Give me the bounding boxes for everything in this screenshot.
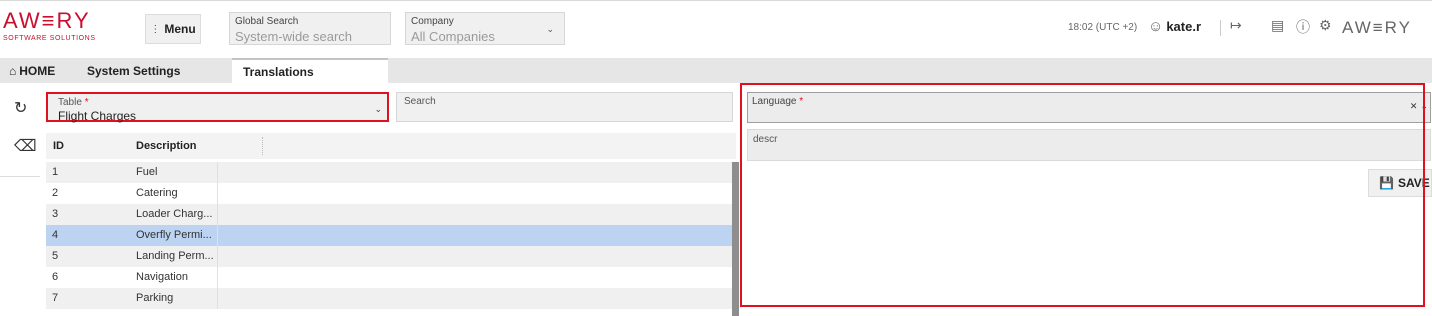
table-select[interactable]: Table * Flight Charges ⌄ <box>46 92 389 123</box>
global-search-label: Global Search <box>235 16 299 27</box>
awery-logo-right: AW≡RY <box>1342 18 1412 37</box>
table-row[interactable]: 1 Fuel <box>46 162 732 183</box>
cell-description: Landing Perm... <box>136 250 214 262</box>
tab-translations[interactable]: Translations <box>232 58 388 83</box>
chat-icon[interactable]: ▤ <box>1271 17 1284 34</box>
column-resize-handle[interactable] <box>262 137 263 155</box>
cell-description: Loader Charg... <box>136 208 213 220</box>
chevron-down-icon: ⌄ <box>546 24 554 34</box>
cell-id: 6 <box>52 271 59 283</box>
header-divider <box>1220 20 1221 36</box>
grid-scrollbar[interactable] <box>732 162 739 316</box>
cell-id: 3 <box>52 208 59 220</box>
global-search-input[interactable]: Global Search System-wide search <box>229 12 391 45</box>
table-row[interactable]: 2 Catering <box>46 183 732 204</box>
highlight-frame <box>740 83 1425 307</box>
cell-divider <box>217 246 218 267</box>
chevron-down-icon: ⌄ <box>374 104 382 114</box>
cell-divider <box>217 183 218 204</box>
logout-icon[interactable]: ↦ <box>1230 17 1242 34</box>
cell-description: Overfly Permi... <box>136 229 212 241</box>
menu-button[interactable]: ⋮ Menu <box>145 14 201 44</box>
cell-id: 1 <box>52 166 59 178</box>
grid-header: ID Description <box>46 133 736 159</box>
tab-home[interactable]: ⌂ HOME <box>9 58 55 83</box>
search-input[interactable]: Search <box>396 92 733 122</box>
eraser-icon[interactable]: ⌫ <box>14 136 37 156</box>
user-name: kate.r <box>1166 19 1202 34</box>
logo-word: AW≡RY <box>3 8 91 33</box>
tab-bar <box>0 58 1432 83</box>
company-label: Company <box>411 16 454 27</box>
cell-divider <box>217 225 218 246</box>
user-menu[interactable]: ☺ kate.r <box>1148 18 1201 35</box>
table-row[interactable]: 7 Parking <box>46 288 732 309</box>
cell-id: 7 <box>52 292 59 304</box>
cell-id: 2 <box>52 187 59 199</box>
company-value: All Companies <box>411 29 495 44</box>
company-select[interactable]: Company All Companies ⌄ <box>405 12 565 45</box>
tab-translations-label: Translations <box>243 64 314 79</box>
table-row[interactable]: 5 Landing Perm... <box>46 246 732 267</box>
cell-description: Catering <box>136 187 178 199</box>
global-search-placeholder: System-wide search <box>235 29 353 44</box>
tab-home-label: HOME <box>19 63 56 78</box>
clock-time: 18:02 (UTC +2) <box>1068 22 1138 33</box>
cell-description: Navigation <box>136 271 188 283</box>
search-label: Search <box>404 96 436 107</box>
cell-description: Parking <box>136 292 174 304</box>
logo-subtitle: SOFTWARE SOLUTIONS <box>3 35 96 42</box>
column-header-description[interactable]: Description <box>136 140 197 152</box>
gear-icon[interactable]: ⚙ <box>1319 17 1332 34</box>
refresh-icon[interactable]: ↻ <box>14 98 27 118</box>
table-row[interactable]: 6 Navigation <box>46 267 732 288</box>
header-top-border <box>0 0 1432 1</box>
tab-system-settings-label: System Settings <box>87 63 181 78</box>
cell-divider <box>217 267 218 288</box>
user-icon: ☺ <box>1148 18 1164 35</box>
info-icon[interactable]: ⓘ <box>1296 17 1310 37</box>
home-icon: ⌂ <box>9 63 17 78</box>
cell-divider <box>217 288 218 309</box>
table-row[interactable]: 4 Overfly Permi... <box>46 225 732 246</box>
cell-divider <box>217 204 218 225</box>
table-select-value: Flight Charges <box>58 109 137 123</box>
tab-system-settings[interactable]: System Settings <box>87 58 180 83</box>
cell-id: 5 <box>52 250 59 262</box>
awery-logo[interactable]: AW≡RY SOFTWARE SOLUTIONS <box>3 10 113 48</box>
cell-description: Fuel <box>136 166 158 178</box>
table-select-label: Table * <box>58 97 89 108</box>
toolbar-divider <box>0 176 40 177</box>
kebab-icon: ⋮ <box>150 23 161 35</box>
menu-label: Menu <box>164 22 196 36</box>
column-header-id[interactable]: ID <box>53 140 64 152</box>
cell-divider <box>217 162 218 183</box>
cell-id: 4 <box>52 229 59 241</box>
table-row[interactable]: 3 Loader Charg... <box>46 204 732 225</box>
